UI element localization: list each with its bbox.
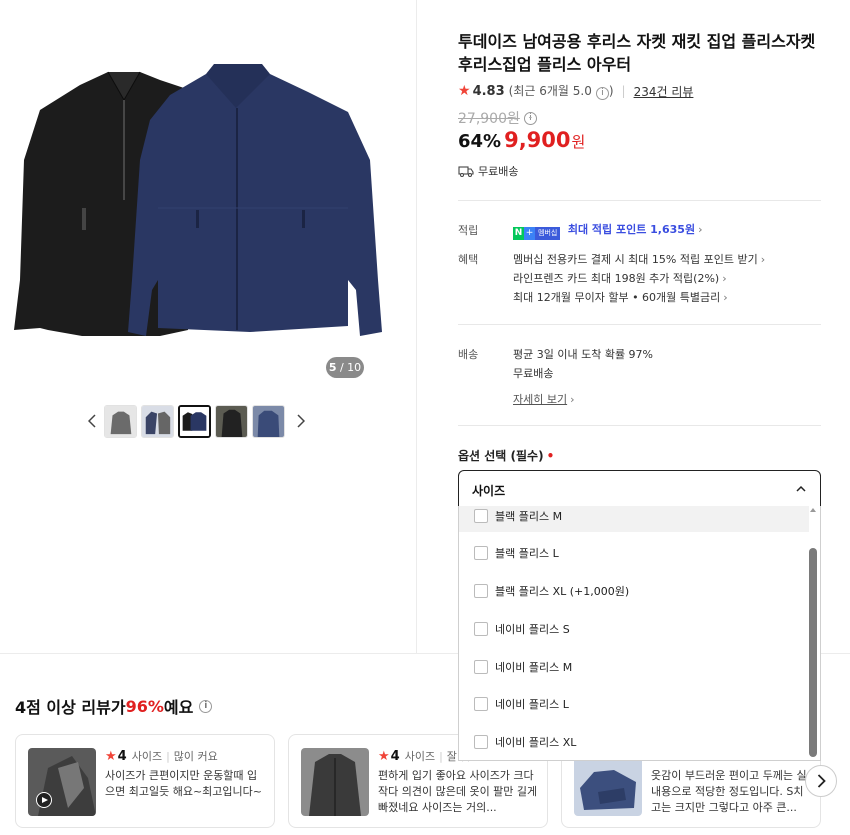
checkbox[interactable]	[474, 622, 488, 636]
review-text: 편하게 입기 좋아요 사이즈가 크다 작다 의견이 많은데 옷이 팔만 길게 빠…	[378, 769, 538, 814]
option-item[interactable]: 블랙 플리스 M	[459, 506, 809, 532]
navy-jacket-illustration	[128, 64, 382, 336]
checkbox[interactable]	[474, 546, 488, 560]
naverpay-membership-badge: N + 멤버십	[513, 227, 561, 240]
original-price-row: 27,900원 i	[458, 108, 537, 128]
sale-price: 9,900	[504, 128, 571, 152]
scrollbar-thumb[interactable]	[809, 548, 817, 757]
original-price: 27,900원	[458, 111, 520, 127]
info-icon[interactable]: i	[595, 87, 609, 100]
chevron-up-icon	[796, 485, 806, 492]
thumbnail-1[interactable]	[104, 404, 137, 438]
product-title: 투데이즈 남여공용 후리스 자켓 재킷 집업 플리스자켓 후리스집업 플리스 아…	[458, 32, 816, 74]
checkbox[interactable]	[474, 509, 488, 523]
points-text: 최대 적립 포인트 1,635원	[567, 223, 696, 236]
select-value: 사이즈	[472, 484, 506, 498]
required-mark: •	[546, 449, 555, 463]
rating-row: ★ 4.83 (최근 6개월 5.0 i) | 234건 리뷰	[458, 82, 693, 100]
option-label: 옵션 선택 (필수) •	[458, 449, 555, 463]
perk-item[interactable]: 최대 12개월 무이자 할부 • 60개월 특별금리 ›	[513, 289, 728, 305]
divider: |	[621, 84, 626, 98]
option-item[interactable]: 네이비 플리스 XL	[459, 726, 809, 758]
product-main-image[interactable]	[10, 40, 385, 370]
dropdown-scrollbar[interactable]	[809, 506, 817, 759]
chevron-right-icon: ›	[698, 223, 703, 236]
play-icon[interactable]	[36, 792, 52, 808]
thumbnail-5[interactable]	[252, 404, 285, 438]
divider	[458, 200, 821, 201]
info-icon[interactable]: i	[523, 111, 537, 125]
page-total: / 10	[339, 361, 362, 374]
rating-recent: (최근 6개월 5.0 i)	[509, 82, 614, 100]
shipping-tag: 무료배송	[458, 163, 518, 179]
page-current: 5	[328, 361, 337, 374]
rating-score: 4.83	[472, 83, 505, 99]
size-select[interactable]: 사이즈	[458, 470, 821, 507]
review-summary-heading: 4점 이상 리뷰가 96% 예요 i	[15, 694, 213, 718]
review-text: 옷감이 부드러운 편이고 두께는 실내용으로 적당한 정도입니다. S치고는 크…	[651, 769, 807, 814]
delivery-free: 무료배송	[513, 367, 554, 380]
review-meta: ★ 4 사이즈 | 많이 커요	[105, 748, 218, 764]
delivery-probability: 평균 3일 이내 도착 확률 97%	[513, 348, 654, 361]
perks-label: 혜택	[458, 253, 479, 266]
points-label: 적립	[458, 224, 479, 237]
star-icon: ★	[458, 83, 471, 99]
chevron-right-icon: ›	[723, 291, 728, 304]
chevron-right-icon: ›	[570, 393, 575, 406]
rating-recent-text: (최근 6개월 5.0	[508, 84, 592, 98]
chevron-right-icon: ›	[722, 272, 727, 285]
thumbnail-2[interactable]	[141, 404, 174, 438]
option-item[interactable]: 블랙 플리스 XL (+1,000원)	[459, 575, 809, 607]
perk-item[interactable]: 라인프렌즈 카드 최대 198원 추가 적립(2%) ›	[513, 270, 727, 286]
chevron-right-icon: ›	[760, 253, 766, 266]
rating-recent-close: )	[608, 84, 614, 98]
delivery-detail-link[interactable]: 자세히 보기 ›	[513, 391, 575, 407]
info-icon[interactable]: i	[199, 699, 213, 713]
review-image[interactable]	[301, 748, 369, 816]
checkbox[interactable]	[474, 735, 488, 749]
divider	[458, 324, 821, 325]
divider	[458, 425, 821, 426]
review-card[interactable]: ★ 4 사이즈 | 많이 커요 사이즈가 큰편이지만 운동할때 입으면 최고일듯 해요~…	[15, 734, 275, 828]
shipping-text: 무료배송	[478, 165, 519, 178]
option-item[interactable]: 네이비 플리스 L	[459, 688, 809, 720]
star-icon: ★	[105, 748, 117, 764]
review-meta: ★4사이즈|잘 맞	[378, 748, 471, 764]
checkbox[interactable]	[474, 697, 488, 711]
checkbox[interactable]	[474, 584, 488, 598]
perk-item[interactable]: 멤버십 전용카드 결제 시 최대 15% 적립 포인트 받기 ›	[513, 251, 765, 267]
thumbnail-strip	[80, 404, 313, 438]
image-page-indicator: 5 / 10	[326, 357, 364, 378]
discount-rate: 64%	[458, 131, 502, 152]
scroll-up-arrow-icon[interactable]	[810, 508, 816, 512]
currency-unit: 원	[571, 133, 586, 151]
price-row: 64% 9,900 원	[458, 128, 585, 152]
review-count-link[interactable]: 234건 리뷰	[634, 83, 694, 100]
chevron-right-icon[interactable]	[289, 404, 313, 438]
review-text: 사이즈가 큰편이지만 운동할때 입으면 최고일듯 해요~최고입니다~	[105, 769, 262, 798]
option-item[interactable]: 네이비 플리스 M	[459, 651, 809, 683]
truck-icon	[458, 166, 474, 177]
product-gallery: 5 / 10	[0, 0, 417, 653]
thumbnail-4[interactable]	[215, 404, 248, 438]
review-next-button[interactable]	[805, 765, 837, 797]
chevron-right-icon	[817, 774, 826, 788]
option-item[interactable]: 네이비 플리스 S	[459, 613, 809, 645]
review-video-thumbnail[interactable]	[28, 748, 96, 816]
option-item[interactable]: 블랙 플리스 L	[459, 537, 809, 569]
chevron-left-icon[interactable]	[80, 404, 104, 438]
review-percent: 96%	[125, 696, 164, 716]
checkbox[interactable]	[474, 660, 488, 674]
points-row[interactable]: N + 멤버십 최대 적립 포인트 1,635원 ›	[513, 221, 702, 240]
star-icon: ★	[378, 748, 390, 764]
delivery-label: 배송	[458, 348, 479, 361]
thumbnail-3-active[interactable]	[178, 404, 211, 438]
option-dropdown-list: 블랙 플리스 M 블랙 플리스 L 블랙 플리스 XL (+1,000원) 네이…	[458, 506, 821, 761]
